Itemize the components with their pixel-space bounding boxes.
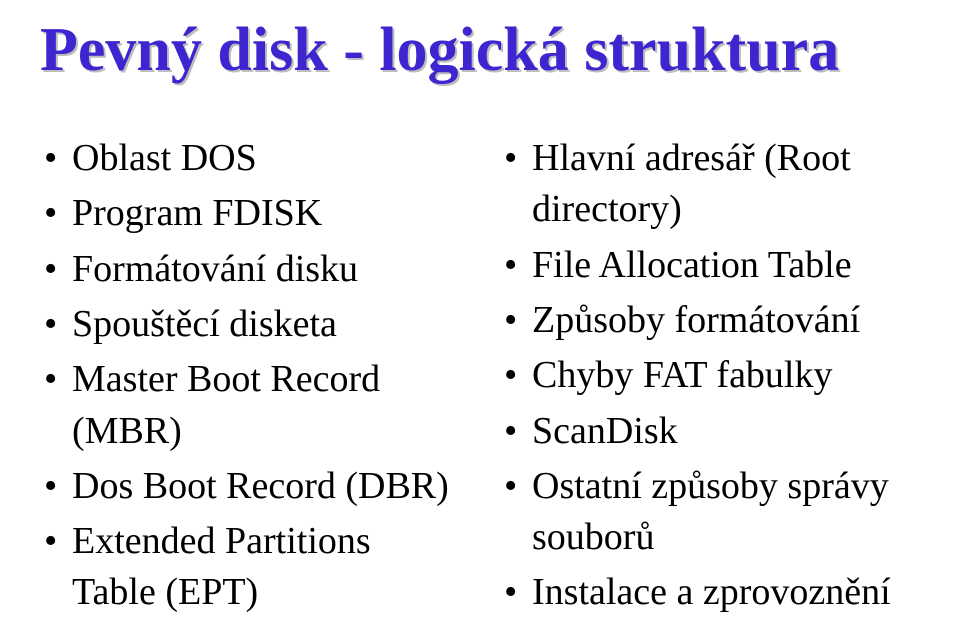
- list-item: Program FDISK: [40, 188, 460, 239]
- list-item: File Allocation Table: [500, 240, 920, 291]
- list-item: Formátování disku: [40, 244, 460, 295]
- list-item: Chyby FAT fabulky: [500, 350, 920, 401]
- list-item: Oblast DOS: [40, 133, 460, 184]
- content-columns: Oblast DOS Program FDISK Formátování dis…: [40, 133, 920, 619]
- left-list: Oblast DOS Program FDISK Formátování dis…: [40, 133, 460, 619]
- list-item: Dos Boot Record (DBR): [40, 461, 460, 512]
- list-item: Spouštěcí disketa: [40, 299, 460, 350]
- right-column: Hlavní adresář (Root directory) File All…: [500, 133, 920, 619]
- list-item: Extended Partitions Table (EPT): [40, 516, 460, 619]
- list-item: Způsoby formátování: [500, 295, 920, 346]
- list-item: Master Boot Record (MBR): [40, 354, 460, 457]
- list-item: ScanDisk: [500, 406, 920, 457]
- right-list: Hlavní adresář (Root directory) File All…: [500, 133, 920, 619]
- left-column: Oblast DOS Program FDISK Formátování dis…: [40, 133, 460, 619]
- slide-title: Pevný disk - logická struktura: [40, 18, 920, 83]
- slide: Pevný disk - logická struktura Oblast DO…: [0, 0, 960, 619]
- list-item: Hlavní adresář (Root directory): [500, 133, 920, 236]
- list-item: Ostatní způsoby správy souborů: [500, 461, 920, 564]
- list-item: Instalace a zprovoznění disku: [500, 567, 920, 619]
